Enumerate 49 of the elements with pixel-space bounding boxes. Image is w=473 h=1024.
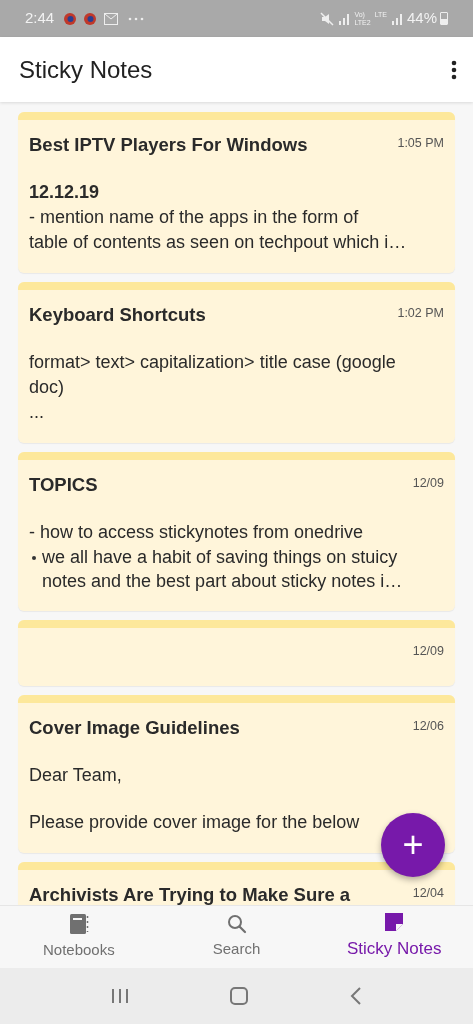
note-text: Dear Team, [29,765,122,785]
note-text: ... [29,402,44,422]
more-notifications-icon [128,16,145,21]
recent-apps-icon[interactable] [110,988,129,1004]
mail-icon [104,12,119,25]
note-text: table of contents as seen on techpout which i… [29,232,407,252]
note-text: we all have a habit of saving things on stuicy [42,546,398,569]
note-time: 12/09 [412,475,444,492]
nav-tab[interactable]: Search [157,906,316,968]
sticky-note-card[interactable]: Archivists Are Trying to Make Sure a 12/04 [18,862,455,905]
status-time: 2:44 [25,8,55,29]
note-time: 12/09 [412,643,444,660]
note-text: format> text> capitalization> title case (google [29,352,396,372]
note-title: Cover Image Guidelines [29,716,240,740]
notebook-icon [68,912,89,935]
home-icon[interactable] [230,987,249,1005]
bullet-icon [32,556,36,560]
sticky-note-card[interactable]: 12/09 [18,620,455,686]
note-text: doc) [29,377,64,397]
note-time: 12/06 [412,718,444,735]
nav-tab[interactable]: Sticky Notes [315,906,473,968]
signal-icon [338,12,351,25]
note-title: Archivists Are Trying to Make Sure a [29,883,351,905]
note-title: Keyboard Shortcuts [29,303,206,327]
sticky-note-icon [384,912,405,933]
app-notification-icon [64,12,77,25]
note-text: - mention name of the apps in the form of [29,207,359,227]
sticky-note-card[interactable]: Keyboard Shortcuts 1:02 PM format> text> capitalization> title case (google doc) ... [18,282,455,443]
nav-tab[interactable]: Notebooks [0,906,158,968]
note-date-heading: 12.12.19 [29,181,101,204]
note-text: - how to access stickynotes from onedrive [29,522,364,542]
note-title: TOPICS [29,473,98,497]
battery-percent: 44% [406,8,437,29]
app-notification-icon [84,12,97,25]
signal-icon [390,12,403,25]
battery-icon [440,12,448,25]
search-icon [226,913,247,934]
mute-icon [320,11,335,26]
note-time: 1:05 PM [397,135,444,152]
back-icon[interactable] [350,987,363,1005]
sticky-note-card[interactable]: TOPICS 12/09 - how to access stickynotes from onedrive we all have a habit of saving things on stuicy notes and the best part about sticky notes i… [18,452,455,611]
app-title: Sticky Notes [19,54,153,85]
note-title: Best IPTV Players For Windows [29,133,308,157]
note-text: notes and the best part about sticky notes i… [41,570,404,593]
more-options-icon[interactable] [451,59,457,80]
note-text: Please provide cover image for the below [29,812,360,832]
note-time: 1:02 PM [397,305,444,322]
sticky-note-card[interactable]: Best IPTV Players For Windows 1:05 PM 12.12.19 - mention name of the apps in the form of table of contents as seen on techpout which i… [18,112,455,273]
note-time: 12/04 [412,885,444,902]
